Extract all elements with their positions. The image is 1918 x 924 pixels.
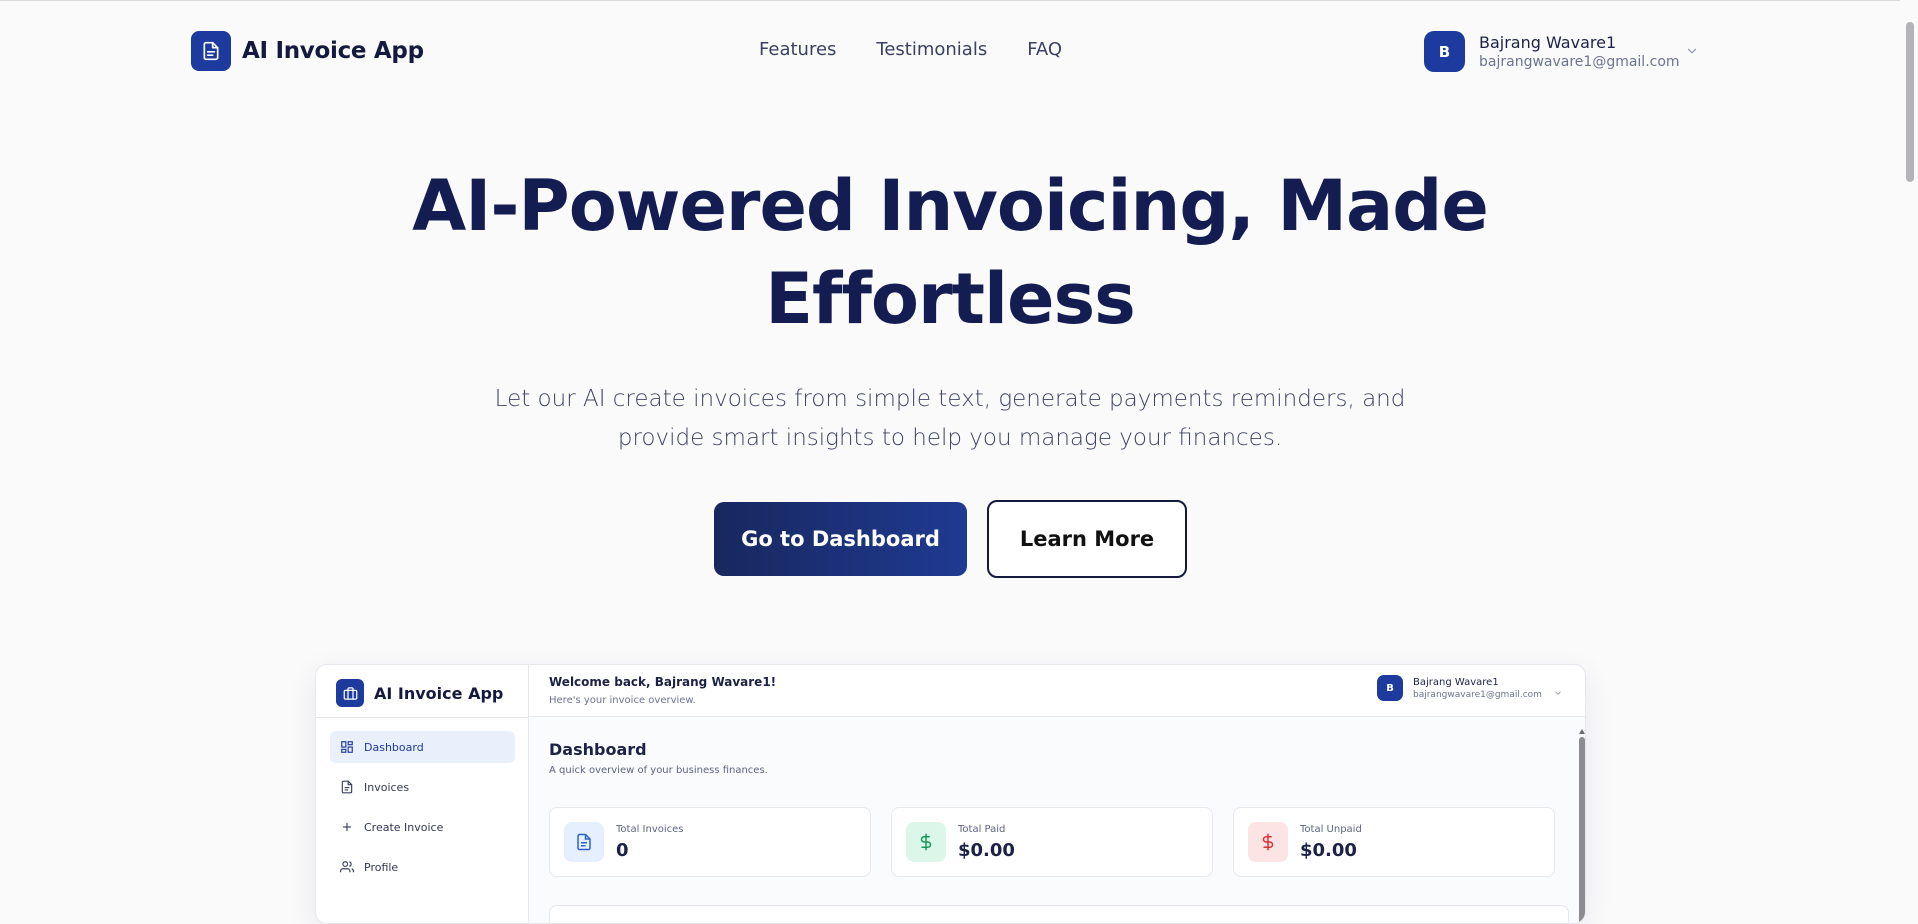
dollar-icon	[1248, 822, 1288, 862]
preview-nav-profile: Profile	[330, 851, 515, 883]
stat-value: $0.00	[958, 840, 1015, 861]
stat-card-total-paid: Total Paid $0.00	[891, 807, 1213, 877]
preview-sidebar: AI Invoice App Dashboard Invoices Create…	[316, 665, 529, 923]
chevron-down-icon[interactable]	[1685, 43, 1699, 62]
preview-brand: AI Invoice App	[336, 679, 503, 707]
nav-testimonials[interactable]: Testimonials	[876, 39, 987, 60]
learn-more-button[interactable]: Learn More	[987, 500, 1187, 578]
preview-nav-label: Create Invoice	[364, 820, 444, 834]
stat-value: 0	[616, 840, 629, 861]
preview-nav: Dashboard Invoices Create Invoice Profil…	[330, 731, 515, 891]
go-to-dashboard-button[interactable]: Go to Dashboard	[714, 502, 967, 576]
preview-scrollbar-thumb	[1579, 737, 1585, 923]
stat-value: $0.00	[1300, 840, 1357, 861]
dollar-icon	[906, 822, 946, 862]
page-scrollbar-thumb[interactable]	[1906, 22, 1914, 182]
document-icon	[191, 31, 231, 71]
plus-icon	[342, 822, 352, 832]
brand[interactable]: AI Invoice App	[191, 31, 424, 71]
stat-label: Total Unpaid	[1300, 824, 1362, 835]
preview-user-email: bajrangwavare1@gmail.com	[1413, 689, 1542, 700]
preview-page-title: Dashboard	[549, 740, 647, 759]
stat-label: Total Invoices	[616, 824, 684, 835]
preview-nav-label: Profile	[364, 860, 399, 874]
preview-nav-label: Invoices	[364, 780, 410, 794]
user-name: Bajrang Wavare1	[1479, 32, 1617, 52]
preview-nav-invoices: Invoices	[330, 771, 515, 803]
preview-avatar: B	[1377, 675, 1403, 701]
site-header: AI Invoice App Features Testimonials FAQ…	[0, 1, 1900, 101]
stat-card-total-unpaid: Total Unpaid $0.00	[1233, 807, 1555, 877]
preview-nav-dashboard: Dashboard	[330, 731, 515, 763]
stat-label: Total Paid	[958, 824, 1006, 835]
nav-features[interactable]: Features	[759, 39, 836, 60]
nav-faq[interactable]: FAQ	[1027, 39, 1062, 60]
preview-user: B Bajrang Wavare1 bajrangwavare1@gmail.c…	[1377, 675, 1561, 701]
preview-page-subtitle: A quick overview of your business financ…	[549, 765, 768, 776]
avatar: B	[1424, 31, 1465, 72]
preview-brand-name: AI Invoice App	[374, 683, 504, 703]
user-menu[interactable]: B Bajrang Wavare1 bajrangwavare1@gmail.c…	[1424, 31, 1697, 72]
preview-nav-label: Dashboard	[364, 740, 424, 754]
main-nav: Features Testimonials FAQ	[759, 39, 1062, 60]
preview-user-info: Bajrang Wavare1 bajrangwavare1@gmail.com	[1413, 676, 1542, 701]
hero-subtitle: Let our AI create invoices from simple t…	[494, 386, 1406, 451]
user-info: Bajrang Wavare1 bajrangwavare1@gmail.com	[1479, 33, 1680, 71]
user-email: bajrangwavare1@gmail.com	[1479, 53, 1680, 70]
file-icon	[341, 780, 353, 794]
preview-topbar: Welcome back, Bajrang Wavare1! Here's yo…	[529, 665, 1585, 717]
briefcase-icon	[336, 679, 364, 707]
preview-welcome-sub: Here's your invoice overview.	[549, 695, 696, 706]
preview-welcome: Welcome back, Bajrang Wavare1!	[549, 675, 777, 689]
stat-card-total-invoices: Total Invoices 0	[549, 807, 871, 877]
hero-title: AI-Powered Invoicing, Made Effortless	[412, 165, 1489, 340]
preview-panel	[549, 905, 1569, 923]
users-icon	[340, 861, 354, 873]
divider	[316, 717, 529, 718]
preview-user-name: Bajrang Wavare1	[1413, 676, 1499, 688]
preview-main: Welcome back, Bajrang Wavare1! Here's yo…	[529, 665, 1585, 923]
chevron-down-icon	[1553, 683, 1563, 702]
dashboard-icon	[341, 741, 353, 753]
brand-name: AI Invoice App	[242, 38, 424, 64]
preview-nav-create-invoice: Create Invoice	[330, 811, 515, 843]
file-icon	[564, 822, 604, 862]
dashboard-preview: AI Invoice App Dashboard Invoices Create…	[315, 664, 1586, 924]
